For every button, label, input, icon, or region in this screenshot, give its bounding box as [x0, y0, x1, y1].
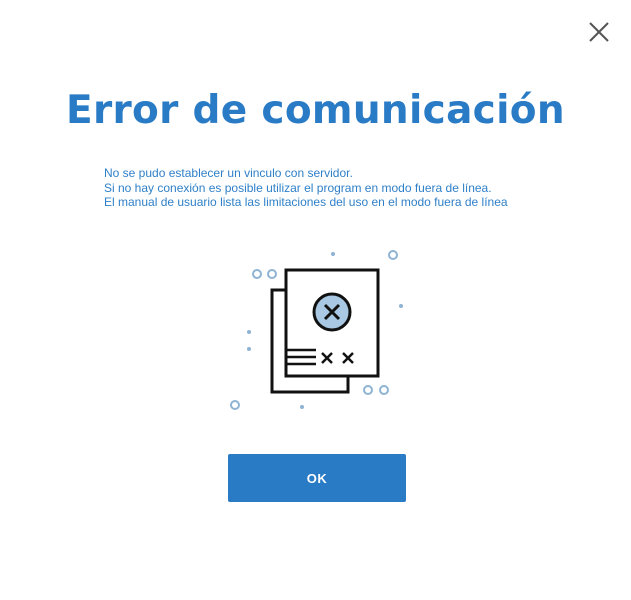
error-dialog: Error de comunicación No se pudo estable… — [0, 0, 631, 600]
document-error-icon — [230, 250, 403, 410]
front-page — [284, 268, 380, 378]
message-line: Si no hay conexión es posible utilizar e… — [104, 180, 492, 195]
close-icon[interactable] — [585, 18, 613, 46]
dialog-title: Error de comunicación — [66, 88, 565, 133]
message-line: No se pudo establecer un vinculo con ser… — [104, 166, 353, 180]
message-line: El manual de usuario lista las limitacio… — [104, 195, 508, 209]
ok-button[interactable]: OK — [228, 454, 406, 502]
error-message: No se pudo establecer un vinculo con ser… — [104, 166, 604, 210]
